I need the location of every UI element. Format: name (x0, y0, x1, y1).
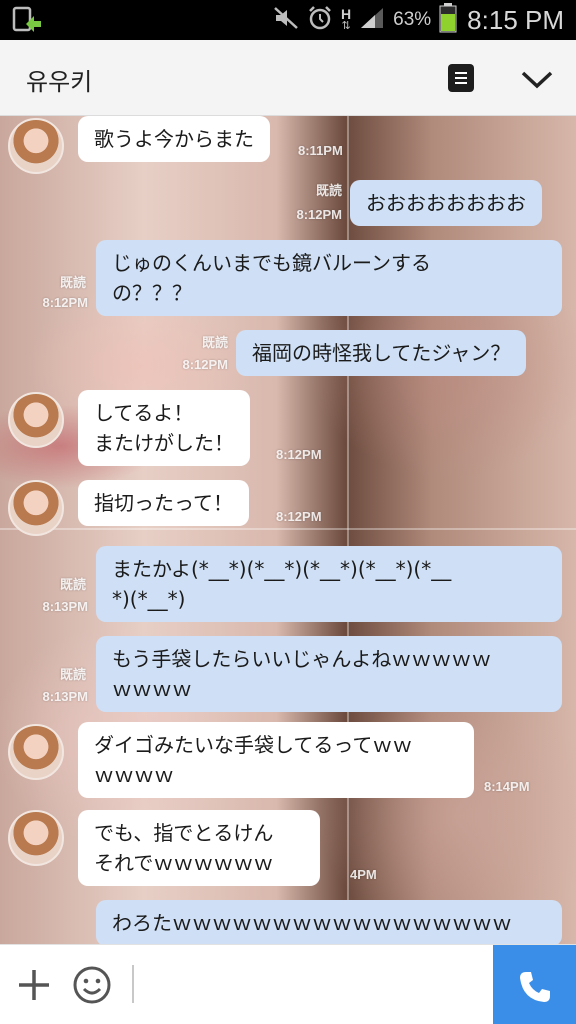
battery-percent: 63% (393, 9, 432, 30)
avatar[interactable] (8, 392, 64, 448)
message-bubble-incoming[interactable]: でも、指でとるけん それでｗｗｗｗｗｗ (78, 810, 320, 886)
avatar[interactable] (8, 810, 64, 866)
plus-icon[interactable] (16, 967, 52, 1003)
message-time: 8:13PM (42, 599, 88, 614)
message-time: 8:13PM (42, 689, 88, 704)
message-time: 4PM (350, 867, 377, 882)
alarm-icon (307, 5, 333, 36)
message-input[interactable] (132, 965, 134, 1003)
message-time: 8:12PM (42, 295, 88, 310)
emoji-icon[interactable] (72, 965, 112, 1005)
chat-area[interactable]: 歌うよ今からまた 8:11PM 既読 8:12PM おおおおおおおお 既読 8:… (0, 116, 576, 944)
message-bubble-outgoing[interactable]: じゅのくんいまでも鏡バルーンする の？？？ (96, 240, 562, 316)
read-receipt: 既読 (315, 183, 342, 198)
battery-icon (439, 2, 457, 38)
message-bubble-incoming[interactable]: ダイゴみたいな手袋してるってｗｗ ｗｗｗｗ (78, 722, 474, 798)
chat-title: 유우키 (26, 68, 93, 96)
message-bubble-outgoing[interactable]: わろたｗｗｗｗｗｗｗｗｗｗｗｗｗｗｗｗｗ (96, 900, 562, 944)
network-h-icon: H ⇅ (341, 6, 352, 32)
message-bubble-incoming[interactable]: 指切ったって！ (78, 480, 249, 526)
read-receipt: 既読 (201, 335, 228, 350)
call-button[interactable] (493, 945, 576, 1024)
message-bubble-outgoing[interactable]: おおおおおおおお (350, 180, 542, 226)
status-bar: H ⇅ 63% 8:15 PM (0, 0, 576, 40)
message-bubble-outgoing[interactable]: またかよ(*__*)(*__*)(*__*)(*__*)(*__ *)(*__*… (96, 546, 562, 622)
mute-icon (273, 6, 299, 35)
message-bubble-incoming[interactable]: してるよ！ またけがした！ (78, 390, 250, 466)
upload-icon (12, 6, 44, 34)
message-bubble-incoming[interactable]: 歌うよ今からまた (78, 116, 270, 162)
message-time: 8:12PM (276, 509, 322, 524)
avatar[interactable] (8, 118, 64, 174)
menu-icon[interactable] (448, 64, 474, 92)
message-time: 8:11PM (298, 143, 343, 158)
message-bubble-outgoing[interactable]: 福岡の時怪我してたジャン？ (236, 330, 527, 376)
chevron-down-icon[interactable] (518, 62, 556, 96)
message-time: 8:14PM (484, 779, 530, 794)
input-bar (0, 944, 576, 1024)
message-time: 8:12PM (296, 207, 342, 222)
message-bubble-outgoing[interactable]: もう手袋したらいいじゃんよねｗｗｗｗｗ ｗｗｗｗ (96, 636, 562, 712)
clock: 8:15 PM (467, 4, 564, 35)
message-time: 8:12PM (276, 447, 322, 462)
read-receipt: 既読 (59, 577, 86, 592)
signal-icon (359, 6, 385, 35)
read-receipt: 既読 (59, 667, 86, 682)
message-time: 8:12PM (182, 357, 228, 372)
chat-header: 유우키 (0, 40, 576, 116)
avatar[interactable] (8, 480, 64, 536)
avatar[interactable] (8, 724, 64, 780)
read-receipt: 既読 (59, 275, 86, 290)
